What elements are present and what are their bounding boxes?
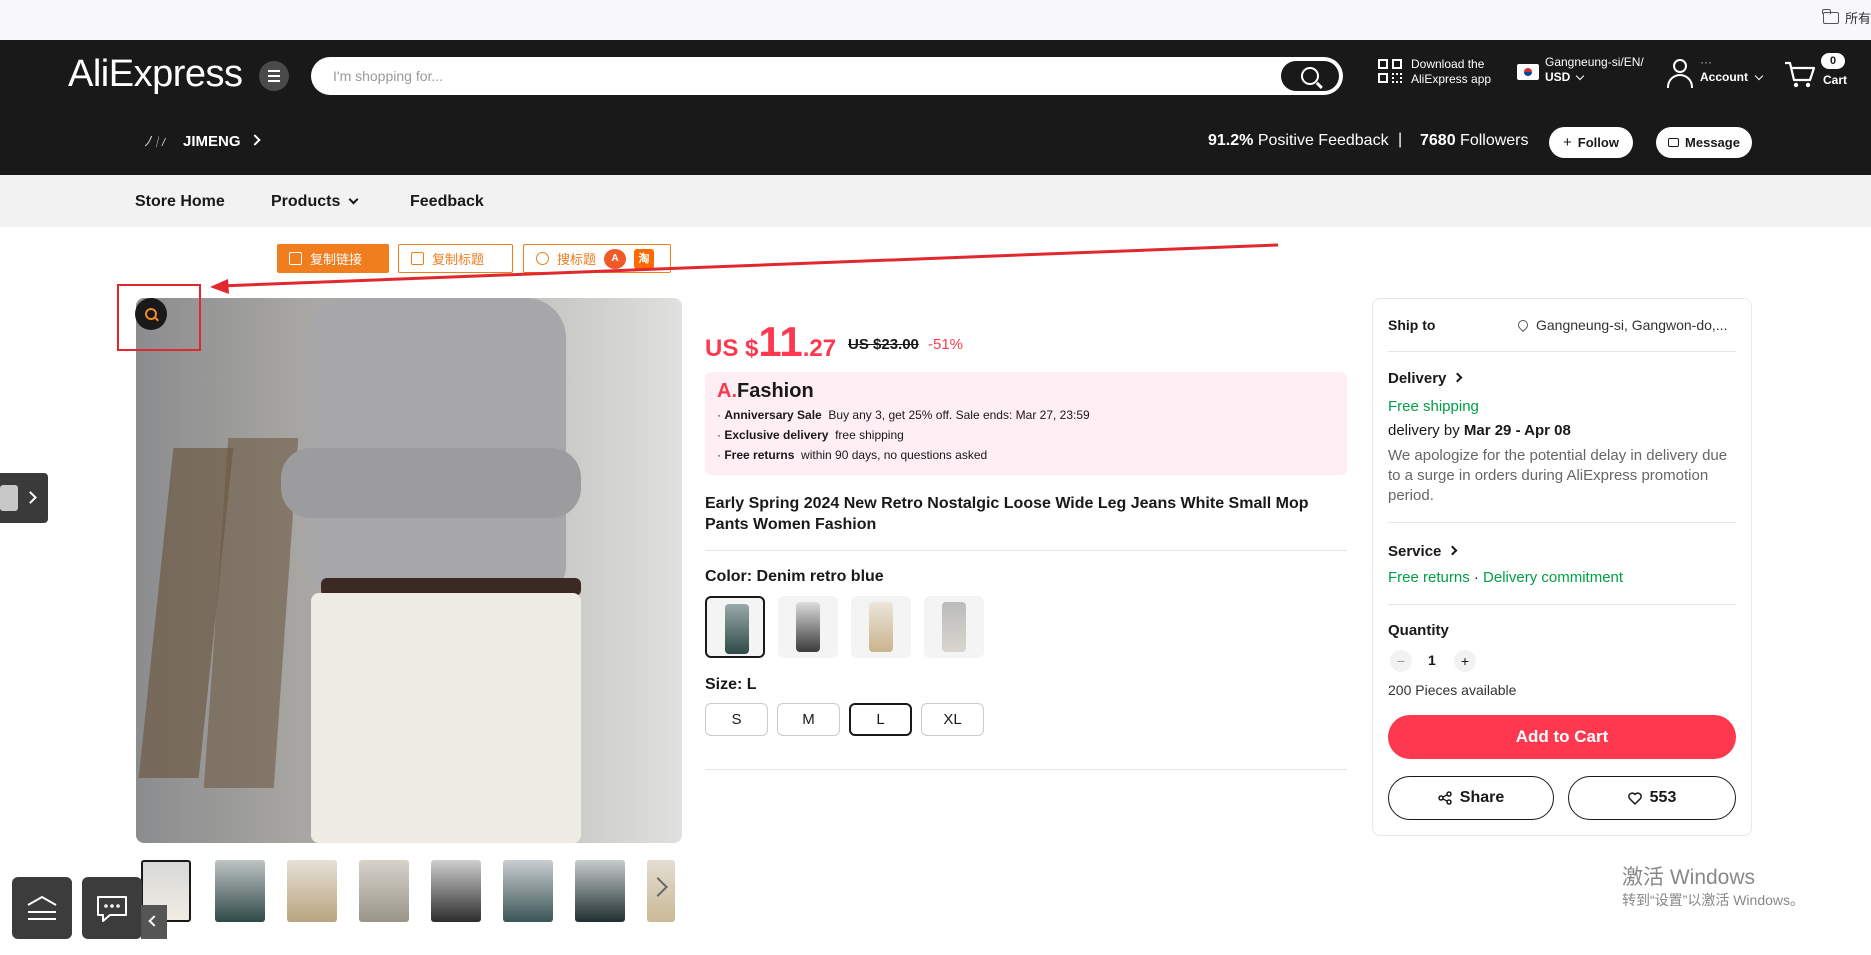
- chevron-left-icon: [148, 915, 160, 927]
- price-currency: US $: [705, 335, 759, 362]
- promo-text: free shipping: [835, 428, 904, 442]
- quantity-value[interactable]: 1: [1428, 652, 1436, 668]
- color-swatch-1[interactable]: [705, 596, 765, 658]
- share-button[interactable]: Share: [1388, 776, 1554, 820]
- thumbnail-5[interactable]: [431, 860, 481, 922]
- thumbnail-4[interactable]: [359, 860, 409, 922]
- chevron-right-icon: [1452, 372, 1463, 383]
- delivery-dates: Mar 29 - Apr 08: [1463, 422, 1571, 439]
- windows-activation-watermark: 激活 Windows: [1622, 866, 1756, 889]
- thumbnail-2[interactable]: [215, 860, 265, 922]
- chevron-right-icon: [24, 491, 37, 504]
- divider: [1388, 351, 1736, 352]
- sale-price: US $11.27: [705, 318, 836, 366]
- discount-badge: -51%: [928, 336, 964, 353]
- preview-thumbnail: [0, 485, 18, 511]
- wishlist-count: 553: [1649, 789, 1677, 806]
- divider: [705, 769, 1347, 770]
- original-price: US $23.00: [848, 336, 919, 353]
- promo-banner: A.Fashion · Anniversary Sale Buy any 3, …: [705, 372, 1347, 475]
- promo-line: · Free returns within 90 days, no questi…: [717, 448, 988, 462]
- chat-button[interactable]: [82, 877, 142, 939]
- divider: [705, 550, 1347, 551]
- ship-to-selector[interactable]: Gangneung-si, Gangwon-do,...: [1515, 317, 1728, 333]
- wishlist-button[interactable]: 553: [1568, 776, 1736, 820]
- promo-brand-mark: A.: [717, 380, 737, 402]
- side-preview-tab[interactable]: [0, 473, 48, 523]
- add-to-cart-button[interactable]: Add to Cart: [1388, 715, 1736, 759]
- price-decimal: .27: [802, 335, 837, 362]
- color-swatch-4[interactable]: [924, 596, 984, 658]
- thumbnail-7[interactable]: [575, 860, 625, 922]
- quantity-increase-button[interactable]: +: [1454, 650, 1476, 672]
- ship-to-label: Ship to: [1388, 317, 1436, 333]
- free-returns-link[interactable]: Free returns: [1388, 569, 1470, 586]
- delivery-heading[interactable]: Delivery: [1388, 370, 1463, 387]
- share-label: Share: [1459, 789, 1505, 806]
- thumbnail-6[interactable]: [503, 860, 553, 922]
- quantity-label: Quantity: [1388, 622, 1449, 639]
- promo-text: within 90 days, no questions asked: [801, 448, 988, 462]
- color-label: Color: Denim retro blue: [705, 568, 884, 585]
- chat-icon: [97, 896, 127, 922]
- promo-line: · Exclusive delivery free shipping: [717, 428, 904, 442]
- delivery-commitment-link[interactable]: Delivery commitment: [1483, 569, 1623, 586]
- delivery-date: delivery by Mar 29 - Apr 08: [1388, 422, 1571, 439]
- chevron-right-icon: [1447, 545, 1458, 556]
- promo-title: Free returns: [724, 448, 795, 462]
- divider: [1388, 604, 1736, 605]
- free-shipping-text: Free shipping: [1388, 398, 1479, 415]
- back-to-top-button[interactable]: [12, 877, 72, 939]
- promo-brand-name: Fashion: [737, 380, 814, 402]
- delivery-by-label: delivery by: [1388, 422, 1460, 439]
- thumbnail-3[interactable]: [287, 860, 337, 922]
- quantity-decrease-button[interactable]: −: [1390, 650, 1412, 672]
- promo-brand: A.Fashion: [717, 380, 814, 403]
- size-option-xl[interactable]: XL: [921, 703, 984, 736]
- product-title: Early Spring 2024 New Retro Nostalgic Lo…: [705, 495, 1309, 533]
- color-swatch-3[interactable]: [851, 596, 911, 658]
- service-label: Service: [1388, 543, 1442, 560]
- size-option-l[interactable]: L: [849, 703, 912, 736]
- collapse-float-button[interactable]: [141, 905, 167, 939]
- promo-title: Anniversary Sale: [724, 408, 822, 422]
- promo-text: Buy any 3, get 25% off. Sale ends: Mar 2…: [828, 408, 1090, 422]
- service-links: Free returns · Delivery commitment: [1388, 569, 1623, 586]
- promo-line: · Anniversary Sale Buy any 3, get 25% of…: [717, 408, 1090, 422]
- separator-dot: ·: [1473, 569, 1479, 586]
- stack-icon: [27, 895, 57, 920]
- share-icon: [1438, 791, 1452, 805]
- windows-activation-subtext: 转到“设置”以激活 Windows。: [1622, 892, 1805, 908]
- size-option-s[interactable]: S: [705, 703, 768, 736]
- color-swatch-2[interactable]: [778, 596, 838, 658]
- stock-available: 200 Pieces available: [1388, 682, 1517, 698]
- service-heading[interactable]: Service: [1388, 543, 1458, 560]
- ship-to-value: Gangneung-si, Gangwon-do,...: [1536, 317, 1728, 333]
- price-integer: 11: [758, 318, 803, 365]
- delivery-label: Delivery: [1388, 370, 1447, 387]
- heart-icon: [1627, 791, 1642, 805]
- location-pin-icon: [1515, 317, 1531, 333]
- size-label: Size: L: [705, 676, 757, 693]
- promo-title: Exclusive delivery: [724, 428, 829, 442]
- divider: [1388, 522, 1736, 523]
- size-option-m[interactable]: M: [777, 703, 840, 736]
- delivery-delay-note: We apologize for the potential delay in …: [1388, 447, 1728, 504]
